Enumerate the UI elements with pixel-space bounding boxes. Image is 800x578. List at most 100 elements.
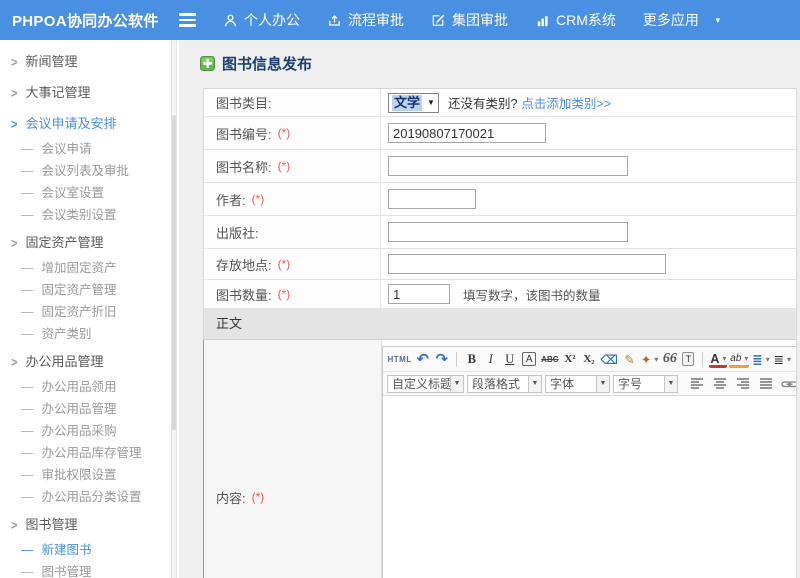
dash-icon: — xyxy=(21,380,34,394)
ordered-list-button[interactable]: ≣ xyxy=(773,350,792,369)
chevron-right-icon: > xyxy=(11,77,17,111)
sidebar-group-toggle[interactable]: >固定资产管理 xyxy=(0,229,179,257)
undo-button[interactable]: ↶ xyxy=(414,350,431,369)
subscript-button[interactable]: X₂ xyxy=(580,350,597,369)
format-brush-button[interactable]: ✎ xyxy=(621,350,638,369)
sidebar-group-toggle[interactable]: >新闻管理 xyxy=(0,48,179,76)
sidebar-item[interactable]: —新建图书 xyxy=(0,539,179,561)
sidebar-group-label: 办公用品管理 xyxy=(25,354,103,369)
custom-title-select[interactable]: 自定义标题▼ xyxy=(387,375,464,393)
sidebar-item[interactable]: —增加固定资产 xyxy=(0,257,179,279)
align-justify-button[interactable] xyxy=(756,375,776,392)
underline-button[interactable]: U xyxy=(501,350,518,369)
source-code-button[interactable]: HTML xyxy=(387,350,412,369)
field-input-cell: 填写数字，该图书的数量 xyxy=(381,280,796,308)
sidebar-group: >大事记管理 xyxy=(0,76,179,107)
remove-format-button[interactable]: ⌫ xyxy=(599,350,619,369)
field-input-cell xyxy=(381,150,796,182)
form-row: 作者:(*) xyxy=(204,183,796,216)
dash-icon: — xyxy=(21,305,34,319)
toolbar-separator xyxy=(702,352,703,367)
author-input[interactable] xyxy=(388,189,476,209)
bold-button[interactable]: B xyxy=(463,350,480,369)
italic-button[interactable]: I xyxy=(482,350,499,369)
dash-icon: — xyxy=(21,208,34,222)
dash-icon: — xyxy=(21,164,34,178)
storage-location-input[interactable] xyxy=(388,254,666,274)
sidebar-item[interactable]: —会议室设置 xyxy=(0,182,179,204)
align-center-button[interactable] xyxy=(710,375,730,392)
sidebar-group-toggle[interactable]: >图书管理 xyxy=(0,511,179,539)
sidebar-item[interactable]: —审批权限设置 xyxy=(0,464,179,486)
sidebar-item[interactable]: —会议申请 xyxy=(0,138,179,160)
toolbar-separator xyxy=(456,352,457,367)
add-plus-icon xyxy=(200,56,215,71)
nav-item-personal-office[interactable]: 个人办公 xyxy=(223,10,300,30)
dash-icon: — xyxy=(21,490,34,504)
sidebar-item[interactable]: —办公用品采购 xyxy=(0,420,179,442)
align-right-button[interactable] xyxy=(733,375,753,392)
nav-item-crm-system[interactable]: CRM系统 xyxy=(535,10,616,30)
nav-item-workflow-approval[interactable]: 流程审批 xyxy=(327,10,404,30)
highlight-color-button[interactable]: ab xyxy=(729,352,749,368)
hamburger-menu-icon[interactable] xyxy=(175,8,199,32)
sidebar-item[interactable]: —固定资产管理 xyxy=(0,279,179,301)
bullet-list-button[interactable]: ≣ xyxy=(751,350,770,369)
book-quantity-input[interactable] xyxy=(388,284,450,304)
dash-icon: — xyxy=(21,468,34,482)
book-number-input[interactable] xyxy=(388,123,546,143)
sidebar-group-label: 会议申请及安排 xyxy=(25,116,116,131)
sidebar-item-label: 资产类别 xyxy=(42,327,92,341)
sidebar-group: >办公用品管理—办公用品领用—办公用品管理—办公用品采购—办公用品库存管理—审批… xyxy=(0,345,179,508)
blockquote-button[interactable]: 66 xyxy=(661,350,678,369)
category-hint: 还没有类别? xyxy=(448,93,517,112)
paste-text-button[interactable]: T xyxy=(682,352,694,366)
sidebar-item-label: 办公用品采购 xyxy=(42,424,117,438)
field-label: 出版社: xyxy=(216,223,259,242)
chevron-down-icon: ▼ xyxy=(664,376,677,392)
field-label: 作者: xyxy=(216,190,246,209)
sidebar-group-toggle[interactable]: >办公用品管理 xyxy=(0,348,179,376)
category-select[interactable]: 文学 ▼ xyxy=(388,93,439,113)
editor-content-area[interactable] xyxy=(383,396,796,578)
align-justify-icon xyxy=(759,377,773,390)
sidebar-item[interactable]: —图书管理 xyxy=(0,561,179,578)
superscript-button[interactable]: X² xyxy=(561,350,578,369)
sidebar-item[interactable]: —会议类别设置 xyxy=(0,204,179,226)
strikethrough-button[interactable]: ABC xyxy=(540,350,559,369)
auto-typeset-button[interactable]: ✦ xyxy=(640,350,659,369)
field-label-cell: 图书数量:(*) xyxy=(204,280,381,308)
combo-label: 段落格式 xyxy=(468,375,528,392)
redo-button[interactable]: ↷ xyxy=(433,350,450,369)
chevron-down-icon: ▼ xyxy=(528,376,541,392)
char-border-button[interactable]: A xyxy=(522,352,536,366)
nav-item-group-approval[interactable]: 集团审批 xyxy=(431,10,508,30)
form-row-content: 内容: (*) HTML↶↷BIUAABCX²X₂⌫✎✦66TAab≣≣ 自定义… xyxy=(203,340,796,578)
dash-icon: — xyxy=(21,446,34,460)
add-category-link[interactable]: 点击添加类别>> xyxy=(521,93,611,112)
topbar-nav: 个人办公 流程审批 集团审批 CRM系统 更多应用▼ xyxy=(223,10,722,30)
sidebar-item[interactable]: — 会议列表及审批 xyxy=(0,160,179,182)
sidebar-group-toggle[interactable]: >大事记管理 xyxy=(0,79,179,107)
sidebar-item[interactable]: —办公用品管理 xyxy=(0,398,179,420)
field-input-cell xyxy=(381,117,796,149)
sidebar-item[interactable]: —办公用品库存管理 xyxy=(0,442,179,464)
font-size-select[interactable]: 字号▼ xyxy=(613,375,678,393)
font-family-select[interactable]: 字体▼ xyxy=(545,375,610,393)
sidebar-item[interactable]: —办公用品领用 xyxy=(0,376,179,398)
sidebar-item[interactable]: —办公用品分类设置 xyxy=(0,486,179,508)
sidebar-group-toggle[interactable]: >会议申请及安排 xyxy=(0,110,179,138)
nav-item-more-apps[interactable]: 更多应用▼ xyxy=(643,10,722,30)
link-button[interactable] xyxy=(779,375,796,392)
align-left-button[interactable] xyxy=(687,375,707,392)
book-name-input[interactable] xyxy=(388,156,628,176)
sidebar-item-label: 会议列表及审批 xyxy=(42,164,130,178)
sidebar-item[interactable]: —资产类别 xyxy=(0,323,179,345)
combo-label: 字号 xyxy=(614,375,664,392)
chevron-right-icon: > xyxy=(11,346,17,380)
paragraph-format-select[interactable]: 段落格式▼ xyxy=(467,375,542,393)
sidebar-item[interactable]: —固定资产折旧 xyxy=(0,301,179,323)
font-color-button[interactable]: A xyxy=(709,352,727,368)
publisher-input[interactable] xyxy=(388,222,628,242)
sidebar-scrollbar-thumb[interactable] xyxy=(172,115,176,430)
